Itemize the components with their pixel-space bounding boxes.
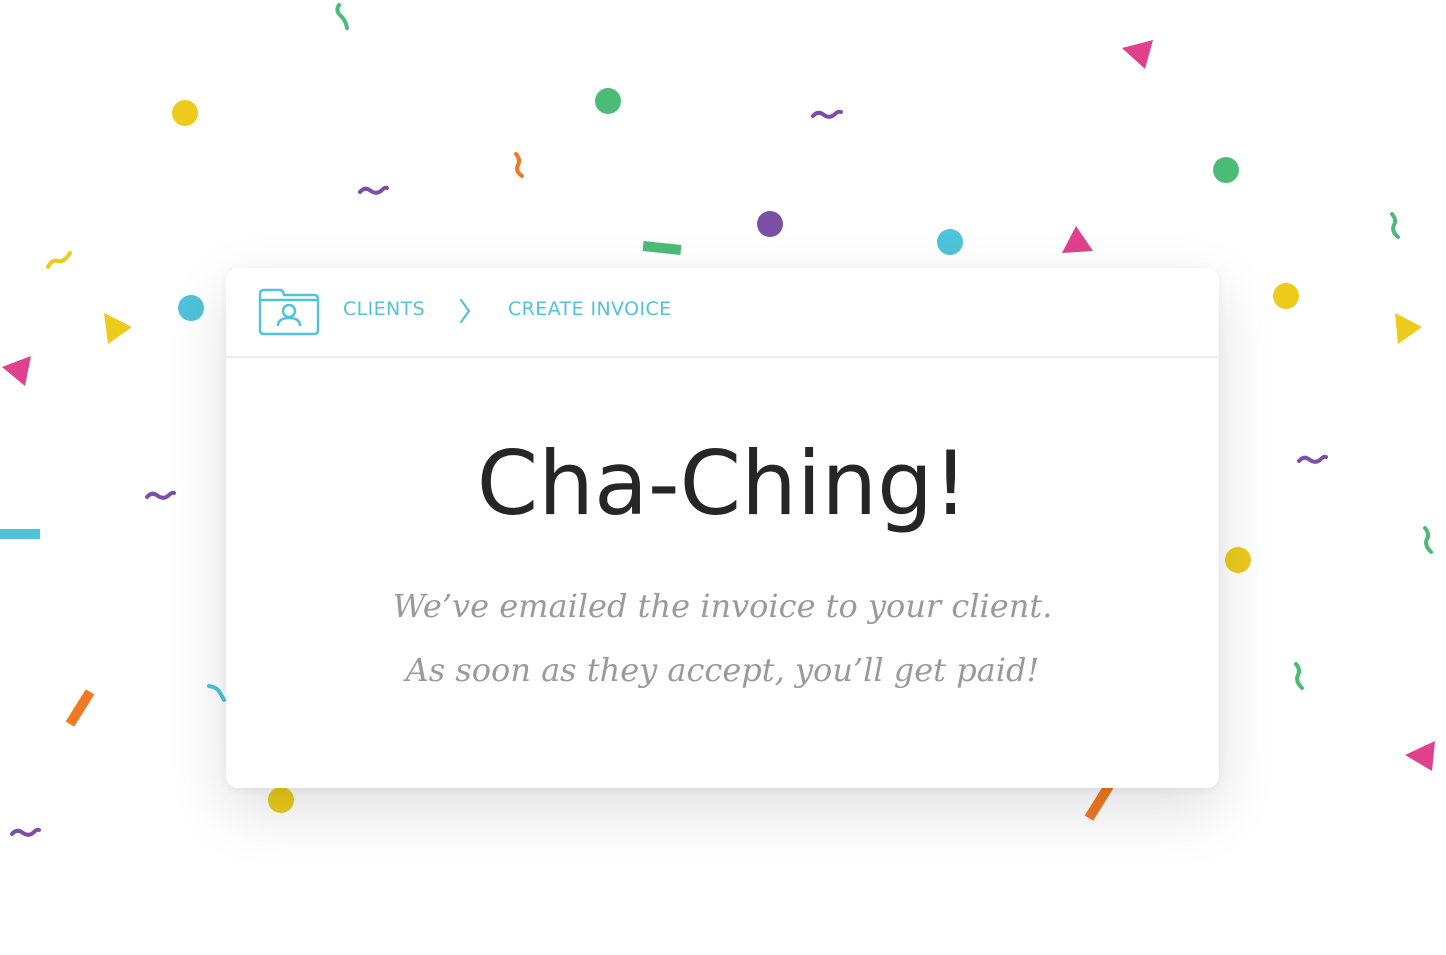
confetti-squiggle	[145, 490, 176, 500]
confetti-dot	[1273, 283, 1299, 309]
confetti-squiggle	[46, 251, 72, 269]
confetti-dot	[595, 88, 621, 114]
confetti-dot	[268, 787, 294, 813]
confetti-squiggle	[1294, 662, 1304, 690]
confetti-dot	[178, 295, 204, 321]
confetti-triangle	[1122, 40, 1153, 69]
confetti-triangle	[1405, 741, 1435, 771]
confetti-bar	[65, 689, 95, 727]
confetti-squiggle	[811, 109, 843, 119]
breadcrumb-create-invoice-link[interactable]: CREATE INVOICE	[508, 298, 672, 320]
success-message-line-1: We’ve emailed the invoice to your client…	[392, 587, 1053, 625]
success-headline: Cha-Ching!	[476, 432, 969, 535]
confetti-squiggle	[514, 152, 524, 178]
confetti-bar	[642, 241, 682, 255]
confetti-squiggle	[1297, 454, 1328, 464]
confetti-squiggle	[358, 185, 389, 195]
confetti-triangle	[1062, 226, 1093, 253]
confetti-dot	[937, 229, 963, 255]
invoice-success-card: CLIENTS CREATE INVOICE Cha-Ching! We’ve …	[226, 268, 1219, 788]
confetti-squiggle	[1423, 526, 1433, 554]
success-message-line-2: As soon as they accept, you’ll get paid!	[405, 651, 1040, 689]
confetti-triangle	[1395, 313, 1422, 344]
breadcrumb-clients-link[interactable]: CLIENTS	[343, 298, 425, 320]
confetti-dot	[1213, 157, 1239, 183]
confetti-triangle	[104, 313, 132, 344]
confetti-bar	[1084, 783, 1114, 821]
confetti-squiggle	[1390, 212, 1400, 239]
confetti-triangle	[2, 356, 31, 386]
breadcrumb: CLIENTS CREATE INVOICE	[226, 268, 1219, 358]
confetti-bar	[0, 529, 40, 539]
chevron-right-icon	[459, 298, 471, 324]
client-folder-icon[interactable]	[258, 286, 320, 336]
confetti-dot	[172, 100, 198, 126]
confetti-dot	[757, 211, 783, 237]
confetti-squiggle	[207, 684, 226, 702]
confetti-squiggle	[10, 827, 41, 837]
confetti-squiggle	[335, 3, 349, 30]
confetti-dot	[1225, 547, 1251, 573]
